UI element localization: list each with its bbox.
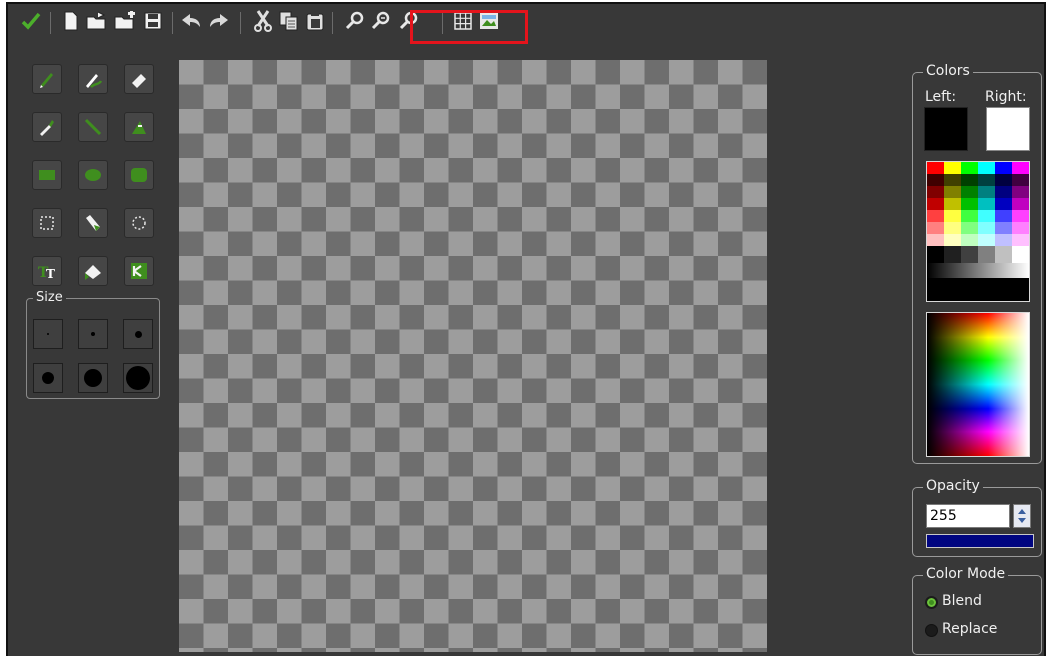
rectangle-tool[interactable] [32, 160, 62, 190]
size-5-dot [84, 369, 102, 387]
open-folder-icon[interactable] [114, 10, 136, 32]
opacity-bar[interactable] [926, 534, 1034, 548]
text-tool[interactable]: TT [32, 256, 62, 286]
redo-icon[interactable] [208, 10, 230, 32]
checkmark-icon[interactable] [20, 10, 42, 32]
pencil-tool[interactable] [32, 64, 62, 94]
size-1-button[interactable] [33, 319, 63, 349]
replace-label[interactable]: Replace [942, 621, 997, 637]
svg-text:T: T [46, 267, 55, 281]
spectrum-shade [927, 313, 1029, 456]
zoom-tools-highlight [410, 10, 528, 44]
copy-icon[interactable] [278, 10, 300, 32]
left-color-label: Left: [925, 89, 957, 105]
size-2-dot [91, 332, 95, 336]
size-5-button[interactable] [78, 363, 108, 393]
fill-tool[interactable] [124, 112, 154, 142]
brush-tool[interactable] [78, 64, 108, 94]
opacity-legend: Opacity [923, 479, 983, 494]
right-color-label: Right: [985, 89, 1027, 105]
color-spectrum[interactable] [926, 312, 1030, 457]
clone-tool[interactable] [78, 208, 108, 238]
size-4-dot [42, 372, 54, 384]
ellipse-select-tool[interactable] [124, 208, 154, 238]
toolbar-separator [172, 12, 173, 34]
size-1-dot [47, 333, 49, 335]
right-color-swatch[interactable] [986, 107, 1030, 151]
colors-legend: Colors [923, 64, 973, 79]
size-6-dot [126, 366, 150, 390]
color-picker-tool[interactable] [32, 112, 62, 142]
opacity-input[interactable]: 255 [926, 504, 1010, 528]
undo-icon[interactable] [180, 10, 202, 32]
toolbar-separator [240, 12, 241, 34]
drawing-canvas[interactable] [179, 60, 767, 652]
blend-radio[interactable] [925, 596, 938, 609]
app-window: TT Size Colors Left: Right: Opacity 255 … [6, 2, 1046, 656]
new-file-icon[interactable] [60, 10, 82, 32]
save-icon[interactable] [142, 10, 164, 32]
color-mode-group: Color Mode [912, 567, 1042, 655]
cut-icon[interactable] [252, 10, 274, 32]
size-4-button[interactable] [33, 363, 63, 393]
rounded-rectangle-tool[interactable] [124, 160, 154, 190]
eraser-tool[interactable] [124, 64, 154, 94]
spinner-arrows-icon [1018, 509, 1026, 523]
toolbar-separator [50, 12, 51, 34]
flood-eraser-tool[interactable] [78, 256, 108, 286]
grayscale-gradient[interactable] [927, 263, 1029, 278]
zoom-reset-icon[interactable] [370, 10, 392, 32]
zoom-in-icon[interactable] [344, 10, 366, 32]
replace-radio[interactable] [925, 624, 938, 637]
size-3-dot [134, 330, 142, 338]
color-palette[interactable] [926, 161, 1030, 302]
open-file-icon[interactable] [86, 10, 108, 32]
paste-icon[interactable] [304, 10, 326, 32]
left-color-swatch[interactable] [924, 107, 968, 151]
size-2-button[interactable] [78, 319, 108, 349]
color-mode-legend: Color Mode [923, 567, 1009, 582]
size-3-button[interactable] [123, 319, 153, 349]
crop-tool[interactable] [124, 256, 154, 286]
size-group: Size [26, 290, 160, 399]
rectangle-select-tool[interactable] [32, 208, 62, 238]
ellipse-tool[interactable] [78, 160, 108, 190]
size-legend: Size [33, 290, 66, 305]
size-6-button[interactable] [123, 363, 153, 393]
blend-label[interactable]: Blend [942, 593, 982, 609]
opacity-spinner[interactable] [1013, 504, 1031, 528]
toolbar-separator [332, 12, 333, 34]
line-tool[interactable] [78, 112, 108, 142]
